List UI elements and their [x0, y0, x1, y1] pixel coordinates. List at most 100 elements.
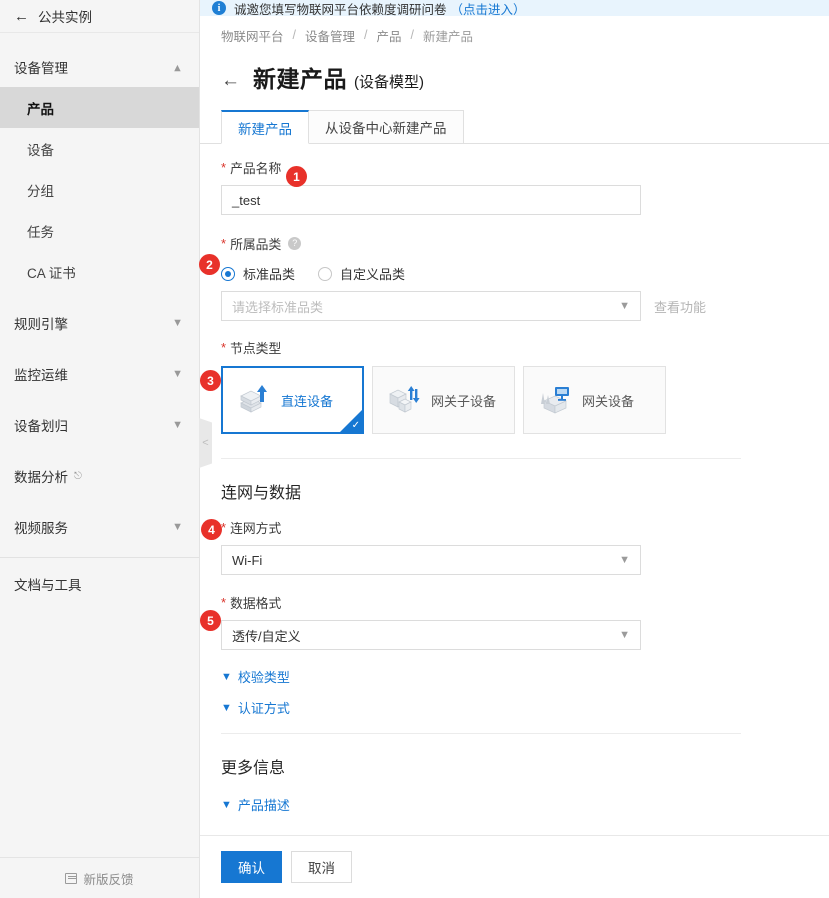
sidebar-item-label: 产品 — [27, 98, 54, 118]
breadcrumb-item-iot-platform[interactable]: 物联网平台 — [221, 26, 284, 45]
radio-custom-category[interactable]: 自定义品类 — [318, 264, 405, 283]
breadcrumb-item-new-product: 新建产品 — [423, 26, 473, 45]
question-mark-icon[interactable]: ? — [288, 237, 301, 250]
breadcrumb: 物联网平台 / 设备管理 / 产品 / 新建产品 — [200, 16, 829, 54]
sidebar-group-label: 视频服务 — [14, 517, 68, 537]
sidebar-item-products[interactable]: 产品 — [0, 87, 199, 128]
category-radio-group: 标准品类 自定义品类 — [221, 264, 829, 283]
product-name-value: _test — [232, 193, 260, 208]
section-divider — [221, 458, 741, 459]
sidebar-group-device-assignment[interactable]: 设备划归 ▼ — [0, 405, 199, 445]
new-version-feedback-button[interactable]: 新版反馈 — [0, 857, 199, 898]
stacked-boxes-up-arrow-icon — [237, 383, 271, 417]
sidebar-item-data-analysis[interactable]: 数据分析 ⎋ — [0, 456, 199, 496]
form-footer: 确认 取消 — [200, 835, 829, 898]
tab-new-product[interactable]: 新建产品 — [221, 110, 309, 144]
breadcrumb-item-products[interactable]: 产品 — [377, 26, 402, 45]
field-label-text: 数据格式 — [230, 593, 281, 612]
radio-standard-category[interactable]: 标准品类 — [221, 264, 295, 283]
sidebar-item-devices[interactable]: 设备 — [0, 128, 199, 169]
external-link-icon: ⎋ — [74, 471, 82, 482]
collapse-verification-type[interactable]: ▼ 校验类型 — [221, 667, 829, 686]
product-name-label: * 产品名称 — [221, 157, 829, 177]
step-badge-1: 1 — [286, 166, 307, 187]
confirm-button[interactable]: 确认 — [221, 851, 282, 883]
breadcrumb-separator: / — [364, 28, 367, 42]
page-title: ← 新建产品 (设备模型) — [200, 60, 829, 94]
sidebar-item-label: 任务 — [27, 221, 54, 241]
new-product-form: * 产品名称 _test * 所属品类 ? 标准品类 自定义品类 — [200, 144, 829, 814]
sidebar-group-label: 设备划归 — [14, 415, 68, 435]
step-badge-4: 4 — [201, 519, 222, 540]
tab-new-product-from-device-center[interactable]: 从设备中心新建产品 — [309, 110, 464, 144]
cancel-button[interactable]: 取消 — [291, 851, 352, 883]
instance-label: 公共实例 — [38, 6, 92, 26]
sidebar-group-label: 设备管理 — [14, 57, 68, 77]
node-type-card-gateway-device[interactable]: 网关设备 — [523, 366, 666, 434]
field-label-text: 所属品类 — [230, 234, 281, 253]
node-type-card-direct-device[interactable]: 直连设备 ✓ — [221, 366, 364, 434]
sidebar-group-device-management[interactable]: 设备管理 ▼ — [0, 47, 199, 87]
chevron-down-icon: ▼ — [172, 522, 183, 533]
collapse-product-description[interactable]: ▼ 产品描述 — [221, 795, 829, 814]
sidebar-group-label: 规则引擎 — [14, 313, 68, 333]
gateway-monitor-icon — [538, 383, 572, 417]
sidebar-item-label: 文档与工具 — [14, 574, 82, 594]
standard-category-select[interactable]: 请选择标准品类 ▼ — [221, 291, 641, 321]
step-badge-5: 5 — [200, 610, 221, 631]
connect-method-value: Wi-Fi — [232, 553, 262, 568]
announcement-text: 诚邀您填写物联网平台依赖度调研问卷 — [234, 0, 447, 16]
node-type-card-label: 直连设备 — [281, 391, 333, 410]
collapse-label: 认证方式 — [238, 698, 290, 717]
chevron-down-icon: ▼ — [619, 629, 630, 641]
node-type-card-label: 网关子设备 — [431, 391, 496, 410]
feedback-icon — [65, 873, 77, 884]
node-type-card-gateway-sub-device[interactable]: 网关子设备 — [372, 366, 515, 434]
sidebar-group-video-service[interactable]: 视频服务 ▼ — [0, 507, 199, 547]
node-type-label: * 节点类型 — [221, 337, 829, 357]
announcement-link[interactable]: （点击进入） — [451, 0, 526, 16]
sidebar-group-monitoring[interactable]: 监控运维 ▼ — [0, 354, 199, 394]
sidebar-item-label: CA 证书 — [27, 262, 76, 282]
sidebar-item-label: 数据分析 — [14, 466, 68, 486]
chevron-down-icon: ▼ — [172, 369, 183, 380]
required-marker: * — [221, 596, 226, 609]
connect-method-select[interactable]: Wi-Fi ▼ — [221, 545, 641, 575]
sidebar-item-tasks[interactable]: 任务 — [0, 210, 199, 251]
sidebar-item-docs-tools[interactable]: 文档与工具 — [0, 564, 199, 604]
step-badge-3: 3 — [200, 370, 221, 391]
sidebar-collapse-handle[interactable]: < — [199, 418, 212, 468]
sidebar-item-ca-certificate[interactable]: CA 证书 — [0, 251, 199, 292]
breadcrumb-item-device-management[interactable]: 设备管理 — [305, 26, 355, 45]
collapse-label: 校验类型 — [238, 667, 290, 686]
data-format-value: 透传/自定义 — [232, 626, 301, 645]
node-type-cards: 直连设备 ✓ — [221, 366, 829, 434]
radio-label: 标准品类 — [243, 264, 295, 283]
product-name-input[interactable]: _test — [221, 185, 641, 215]
sidebar-group-rule-engine[interactable]: 规则引擎 ▼ — [0, 303, 199, 343]
breadcrumb-separator: / — [411, 28, 414, 42]
collapse-authentication-method[interactable]: ▼ 认证方式 — [221, 698, 829, 717]
chevron-down-icon: ▼ — [221, 702, 232, 714]
sidebar: ← 公共实例 设备管理 ▼ 产品 设备 分组 任务 CA 证书 规则引擎 ▼ 监… — [0, 0, 200, 898]
data-format-select[interactable]: 透传/自定义 ▼ — [221, 620, 641, 650]
field-label-text: 节点类型 — [230, 338, 281, 357]
tab-label: 新建产品 — [238, 118, 292, 138]
main-content: i 诚邀您填写物联网平台依赖度调研问卷 （点击进入） 物联网平台 / 设备管理 … — [200, 0, 829, 898]
sidebar-item-groups[interactable]: 分组 — [0, 169, 199, 210]
page-title-text: 新建产品 — [253, 60, 347, 94]
page-back-arrow-icon[interactable]: ← — [221, 71, 240, 90]
section-divider — [221, 733, 741, 734]
sidebar-group-label: 监控运维 — [14, 364, 68, 384]
back-arrow-icon[interactable]: ← — [14, 9, 29, 24]
required-marker: * — [221, 341, 226, 354]
network-section-title: 连网与数据 — [221, 479, 829, 503]
more-info-section-title: 更多信息 — [221, 754, 829, 778]
field-label-text: 产品名称 — [230, 158, 281, 177]
step-badge-2: 2 — [199, 254, 220, 275]
collapse-label: 产品描述 — [238, 795, 290, 814]
radio-dot-icon — [221, 267, 235, 281]
view-function-link[interactable]: 查看功能 — [654, 297, 706, 316]
instance-switcher[interactable]: ← 公共实例 — [0, 0, 199, 33]
app-root: ← 公共实例 设备管理 ▼ 产品 设备 分组 任务 CA 证书 规则引擎 ▼ 监… — [0, 0, 829, 898]
